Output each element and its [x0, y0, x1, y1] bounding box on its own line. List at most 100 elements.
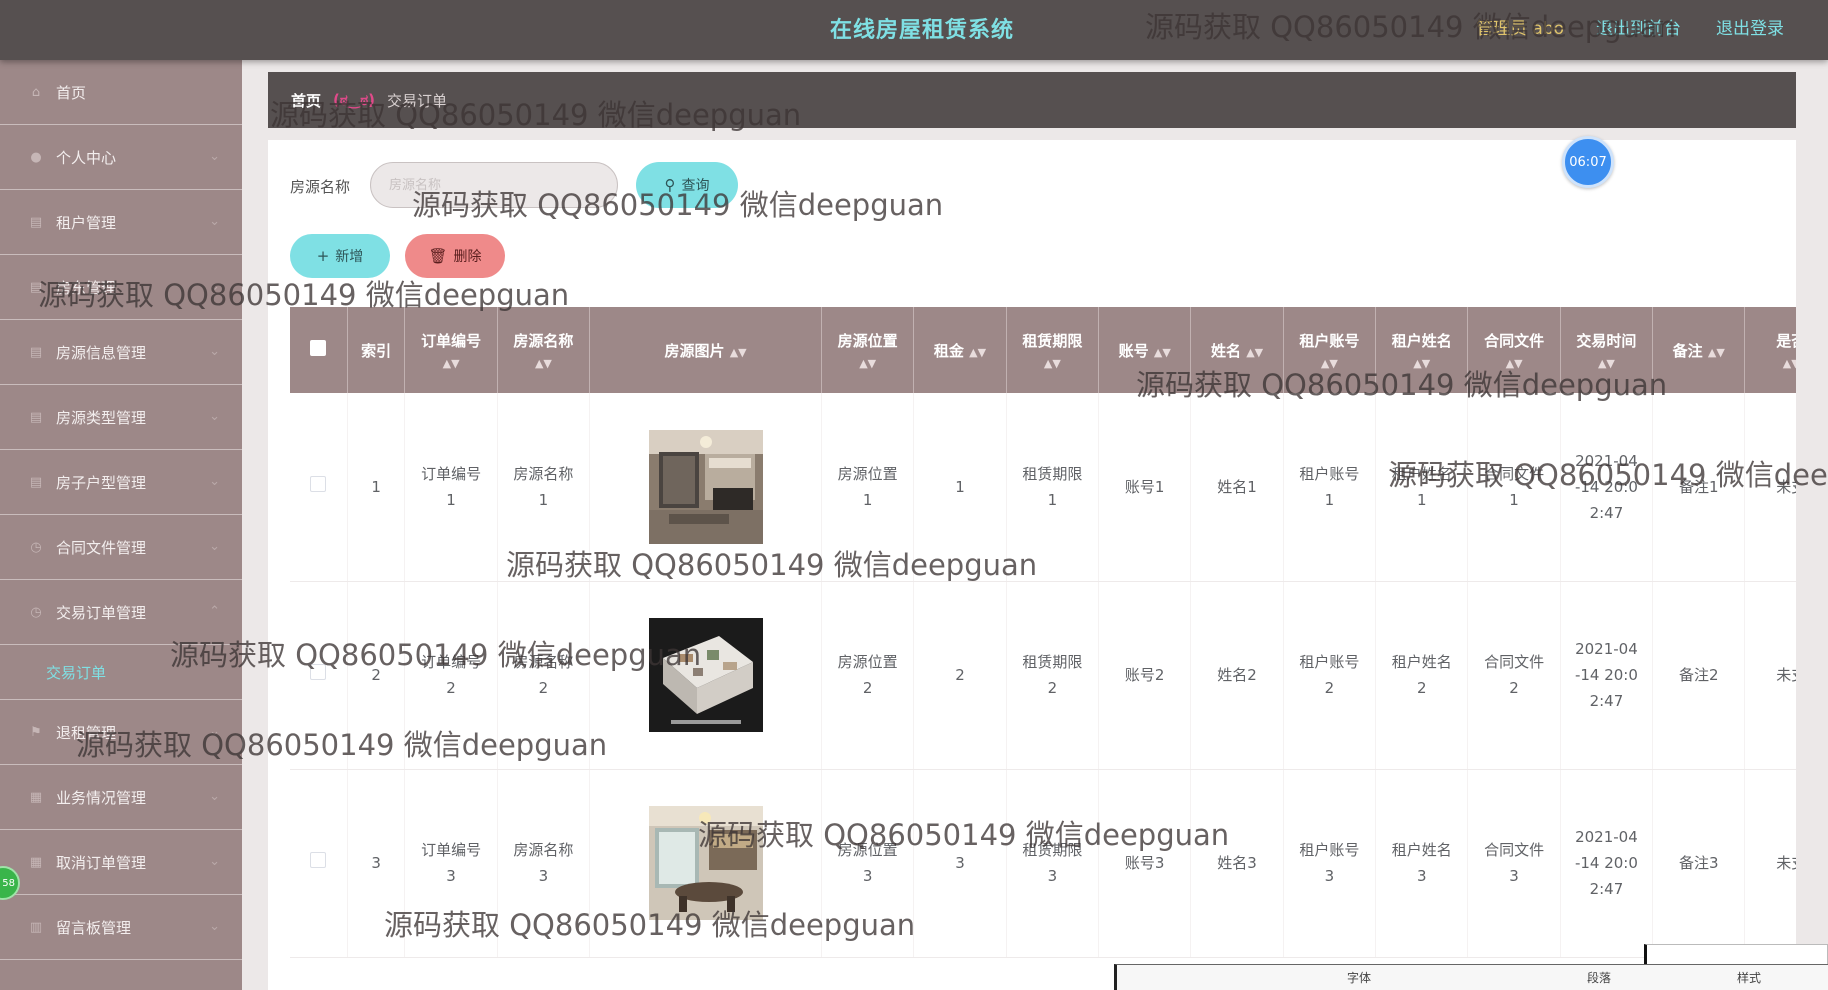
sidebar-item-label: 租户管理 [56, 213, 117, 232]
th-name[interactable]: 姓名 ▲▼ [1190, 307, 1284, 393]
sort-icon[interactable]: ▲▼ [826, 357, 909, 370]
row-checkbox[interactable] [310, 475, 327, 492]
table-row[interactable]: 1 订单编号 1 房源名称 1 房源位置 1 1 租赁期限 1 账号1 姓名1 … [290, 393, 1796, 582]
clock-badge[interactable]: 06:07 [1562, 136, 1614, 188]
cell-house-image[interactable] [589, 581, 822, 770]
cell-line: 3 [862, 867, 873, 885]
sidebar-item-house-layouts[interactable]: ▤ 房子户型管理 ⌄ [0, 450, 242, 515]
th-tenant-account[interactable]: 租户账号 ▲▼ [1283, 307, 1377, 393]
th-label: 租赁期限 [1022, 332, 1083, 350]
th-tenant-name[interactable]: 租户姓名 ▲▼ [1375, 307, 1469, 393]
sidebar-item-contracts[interactable]: ◷ 合同文件管理 ⌄ [0, 515, 242, 580]
cell-house-location: 房源位置 2 [821, 581, 915, 770]
sidebar-item-messages[interactable]: ▥ 留言板管理 ⌄ [0, 895, 242, 960]
th-order-no[interactable]: 订单编号 ▲▼ [404, 307, 498, 393]
editor-toolbar-strip: 字体 段落 样式 [1114, 964, 1828, 990]
sidebar-item-house-info[interactable]: ▤ 房源信息管理 ⌄ [0, 320, 242, 385]
sort-icon[interactable]: ▲▼ [1288, 357, 1371, 370]
sort-icon[interactable]: ▲▼ [1472, 357, 1555, 370]
plus-icon: + [316, 247, 330, 265]
cell-house-image[interactable] [589, 769, 822, 958]
th-house-image[interactable]: 房源图片 ▲▼ [589, 307, 822, 393]
delete-button[interactable]: 🗑 删除 [405, 234, 505, 278]
cell-index: 3 [347, 769, 406, 958]
admin-label: 管理员 abo [1476, 19, 1565, 39]
sidebar-item-landlords[interactable]: ▤ 房东管理 ⌄ [0, 255, 242, 320]
add-button[interactable]: + 新增 [290, 234, 390, 278]
sidebar-item-tenants[interactable]: ▤ 租户管理 ⌄ [0, 190, 242, 255]
cell-line: 租户姓名 [1391, 464, 1452, 483]
cell-line: 3 [1509, 867, 1519, 885]
sort-icon[interactable]: ▲▼ [1011, 357, 1094, 370]
content-panel: 房源名称 ⚲ 查询 + 新增 🗑 删除 [268, 140, 1796, 990]
list-icon: ▤ [29, 409, 43, 425]
house-photo-dining-room[interactable] [648, 806, 763, 920]
sort-icon[interactable]: ▲▼ [1154, 346, 1171, 359]
th-house-name[interactable]: 房源名称 ▲▼ [497, 307, 591, 393]
cell-line: 2:47 [1589, 880, 1624, 898]
cell-line: -14 20:0 [1574, 666, 1638, 684]
chevron-down-icon: ⌄ [209, 919, 220, 934]
house-photo-floorplan[interactable] [648, 618, 763, 732]
cell-trade-time: 2021-04 -14 20:0 2:47 [1560, 393, 1654, 582]
sort-icon[interactable]: ▲▼ [409, 357, 492, 370]
house-photo-living-room[interactable] [648, 429, 763, 544]
cell-line: 1 [1509, 490, 1519, 509]
cell-contract: 合同文件 2 [1467, 581, 1561, 770]
row-checkbox[interactable] [310, 664, 327, 680]
row-select-cell[interactable] [290, 393, 348, 582]
cell-line: 3 [1416, 867, 1427, 885]
sort-icon[interactable]: ▲▼ [1380, 357, 1463, 370]
cell-line: 合同文件 [1484, 653, 1545, 671]
to-front-link[interactable]: 退出到前台 [1596, 14, 1681, 39]
table-row[interactable]: 3 订单编号 3 房源名称 3 房源位置 3 3 租赁期限 3 账号3 姓名3 … [290, 769, 1796, 958]
sidebar-item-orders[interactable]: ◷ 交易订单管理 ⌃ [0, 580, 242, 645]
th-lease-term[interactable]: 租赁期限 ▲▼ [1006, 307, 1100, 393]
cell-house-image[interactable] [589, 393, 822, 582]
row-select-cell[interactable] [290, 581, 348, 770]
sidebar-item-business[interactable]: ▦ 业务情况管理 ⌄ [0, 765, 242, 830]
sidebar-subitem-orders[interactable]: 交易订单 [0, 645, 242, 700]
sidebar-item-checkout[interactable]: ⚑ 退租管理 ⌄ [0, 700, 242, 765]
select-all-cell[interactable] [290, 307, 348, 393]
th-house-location[interactable]: 房源位置 ▲▼ [821, 307, 915, 393]
select-all-checkbox[interactable] [310, 340, 327, 356]
sidebar-item-cancel-orders[interactable]: ▦ 取消订单管理 ⌄ [0, 830, 242, 895]
sort-icon[interactable]: ▲▼ [730, 346, 747, 359]
cell-account: 账号1 [1098, 393, 1192, 582]
search-input[interactable] [370, 162, 618, 208]
sort-icon[interactable]: ▲▼ [1246, 346, 1263, 359]
sort-icon[interactable]: ▲▼ [1749, 357, 1796, 370]
toolbar-label-font: 字体 [1347, 971, 1372, 985]
row-checkbox[interactable] [310, 852, 327, 868]
sort-icon[interactable]: ▲▼ [1708, 346, 1725, 359]
th-rent[interactable]: 租金 ▲▼ [913, 307, 1007, 393]
th-remark[interactable]: 备注 ▲▼ [1652, 307, 1746, 393]
cell-line: 1 [538, 490, 549, 509]
sort-icon[interactable]: ▲▼ [969, 346, 986, 359]
th-label: 索引 [361, 341, 392, 360]
sidebar-item-house-types[interactable]: ▤ 房源类型管理 ⌄ [0, 385, 242, 450]
cell-house-location: 房源位置 1 [821, 393, 915, 582]
sidebar-item-profile[interactable]: ● 个人中心 ⌄ [0, 125, 242, 190]
th-account[interactable]: 账号 ▲▼ [1098, 307, 1192, 393]
sort-icon[interactable]: ▲▼ [1565, 357, 1648, 370]
breadcrumb: 首页 (ಠ‿ಠ) 交易订单 [268, 72, 1796, 128]
row-select-cell[interactable] [290, 769, 348, 958]
cell-line: 2 [1509, 679, 1519, 697]
cell-tenant-account: 租户账号 1 [1283, 393, 1377, 582]
th-is-paid[interactable]: 是否 ▲▼ [1744, 307, 1796, 393]
cell-line: 房源位置 [837, 841, 898, 859]
logout-link[interactable]: 退出登录 [1716, 14, 1784, 39]
th-trade-time[interactable]: 交易时间 ▲▼ [1560, 307, 1654, 393]
breadcrumb-home[interactable]: 首页 [291, 90, 321, 111]
cell-line: -14 20:0 [1574, 854, 1638, 872]
cell-line: 3 [538, 867, 549, 885]
sidebar-item-home[interactable]: ⌂ 首页 [0, 60, 242, 125]
cell-line: 租户账号 [1299, 464, 1360, 483]
th-contract[interactable]: 合同文件 ▲▼ [1467, 307, 1561, 393]
query-button[interactable]: ⚲ 查询 [636, 162, 738, 208]
table-row[interactable]: 2 订单编号 2 房源名称 2 房源位置 2 2 租赁期限 2 账号2 姓名2 … [290, 581, 1796, 770]
cell-remark: 备注3 [1652, 769, 1746, 958]
sort-icon[interactable]: ▲▼ [502, 357, 585, 370]
